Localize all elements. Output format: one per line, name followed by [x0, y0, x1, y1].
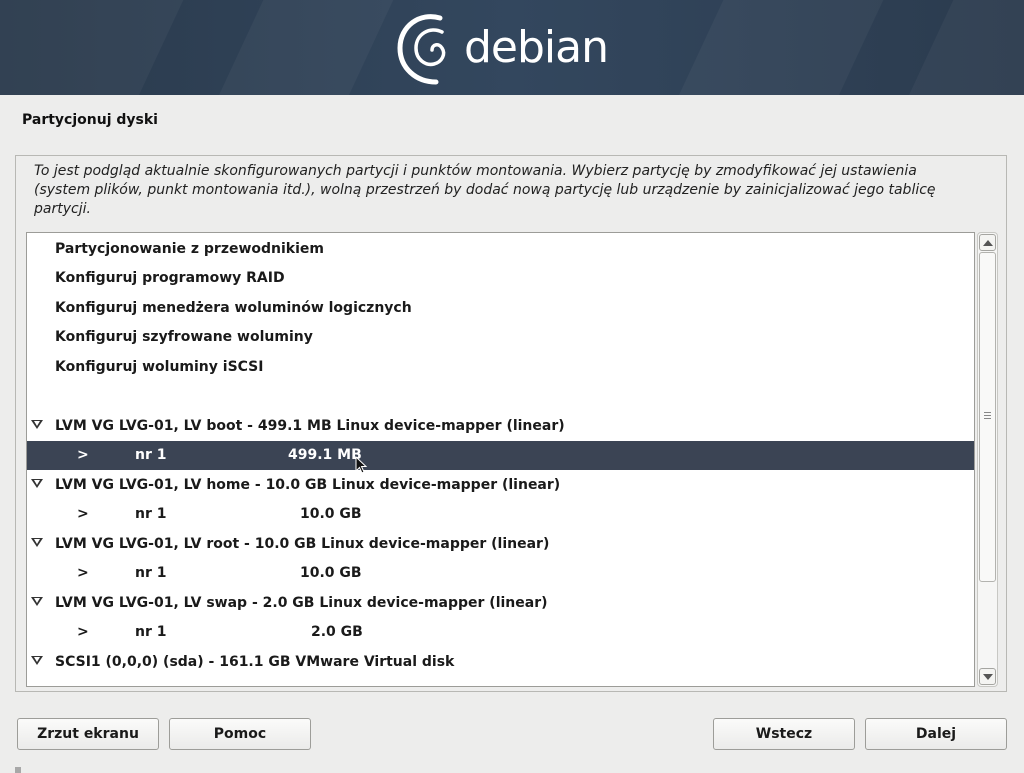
partition-size: 10.0 GB: [300, 506, 362, 522]
partition-number: nr 1: [135, 506, 167, 522]
device-row-lv-root[interactable]: LVM VG LVG-01, LV root - 10.0 GB Linux d…: [27, 530, 974, 559]
list-item[interactable]: Konfiguruj szyfrowane woluminy: [27, 323, 974, 352]
grip-line: [984, 415, 991, 416]
partition-marker: >: [77, 565, 89, 581]
banner-decoration: [207, 0, 403, 95]
debian-logo: debian: [392, 8, 632, 88]
grip-line: [984, 418, 991, 419]
partition-size: 499.1 MB: [288, 447, 362, 463]
banner-decoration: [667, 0, 893, 95]
list-item-label: Partycjonowanie z przewodnikiem: [55, 241, 324, 257]
list-item[interactable]: Konfiguruj programowy RAID: [27, 264, 974, 293]
list-item-label: Konfiguruj menedżera woluminów logicznyc…: [55, 300, 412, 316]
debian-swirl-icon: [397, 14, 446, 85]
device-label: SCSI1 (0,0,0) (sda) - 161.1 GB VMware Vi…: [55, 654, 455, 670]
page-title: Partycjonuj dyski: [22, 112, 158, 128]
scroll-thumb[interactable]: [979, 252, 996, 582]
device-label: LVM VG LVG-01, LV root - 10.0 GB Linux d…: [55, 536, 550, 552]
expand-triangle-icon[interactable]: [31, 420, 43, 429]
list-item[interactable]: Konfiguruj woluminy iSCSI: [27, 353, 974, 382]
partition-number: nr 1: [135, 565, 167, 581]
banner-decoration: [0, 0, 193, 95]
partition-size: 10.0 GB: [300, 565, 362, 581]
grip-line: [984, 412, 991, 413]
partition-marker: >: [77, 506, 89, 522]
partition-marker: >: [77, 447, 89, 463]
expand-triangle-icon[interactable]: [31, 538, 43, 547]
list-item[interactable]: Partycjonowanie z przewodnikiem: [27, 235, 974, 264]
partition-panel: To jest podgląd aktualnie skonfigurowany…: [15, 155, 1007, 692]
partition-row[interactable]: > nr 1 10.0 GB: [27, 559, 974, 588]
debian-banner: debian: [0, 0, 1024, 95]
device-row-sda[interactable]: SCSI1 (0,0,0) (sda) - 161.1 GB VMware Vi…: [27, 648, 974, 677]
partition-row-selected[interactable]: > nr 1 499.1 MB: [27, 441, 974, 470]
screenshot-button[interactable]: Zrzut ekranu: [17, 718, 159, 750]
debian-logo-text: debian: [464, 22, 609, 73]
expand-triangle-icon[interactable]: [31, 656, 43, 665]
device-row-lv-swap[interactable]: LVM VG LVG-01, LV swap - 2.0 GB Linux de…: [27, 589, 974, 618]
device-label: LVM VG LVG-01, LV swap - 2.0 GB Linux de…: [55, 595, 548, 611]
partition-row[interactable]: > nr 1 10.0 GB: [27, 500, 974, 529]
next-button[interactable]: Dalej: [865, 718, 1007, 750]
back-button[interactable]: Wstecz: [713, 718, 855, 750]
expand-triangle-icon[interactable]: [31, 597, 43, 606]
list-item-label: Konfiguruj woluminy iSCSI: [55, 359, 264, 375]
partition-list[interactable]: Partycjonowanie z przewodnikiem Konfigur…: [26, 232, 975, 687]
list-scrollbar[interactable]: [977, 232, 998, 687]
device-row-lv-boot[interactable]: LVM VG LVG-01, LV boot - 499.1 MB Linux …: [27, 412, 974, 441]
list-item[interactable]: Konfiguruj menedżera woluminów logicznyc…: [27, 294, 974, 323]
list-item-label: Konfiguruj programowy RAID: [55, 270, 285, 286]
help-button[interactable]: Pomoc: [169, 718, 311, 750]
partition-number: nr 1: [135, 624, 167, 640]
device-label: LVM VG LVG-01, LV boot - 499.1 MB Linux …: [55, 418, 565, 434]
partition-size: 2.0 GB: [311, 624, 363, 640]
banner-decoration: [897, 0, 1024, 95]
scroll-up-button[interactable]: [979, 234, 996, 251]
mouse-cursor-icon: [355, 456, 368, 474]
description-text: To jest podgląd aktualnie skonfigurowany…: [34, 163, 936, 217]
device-row-lv-home[interactable]: LVM VG LVG-01, LV home - 10.0 GB Linux d…: [27, 471, 974, 500]
expand-triangle-icon[interactable]: [31, 479, 43, 488]
partition-number: nr 1: [135, 447, 167, 463]
status-strip: [15, 767, 21, 773]
partition-marker: >: [77, 624, 89, 640]
chevron-up-icon: [983, 240, 993, 246]
partition-row[interactable]: > nr 1 2.0 GB: [27, 618, 974, 647]
list-item-label: Konfiguruj szyfrowane woluminy: [55, 329, 313, 345]
chevron-down-icon: [983, 674, 993, 680]
device-label: LVM VG LVG-01, LV home - 10.0 GB Linux d…: [55, 477, 561, 493]
scroll-down-button[interactable]: [979, 668, 996, 685]
